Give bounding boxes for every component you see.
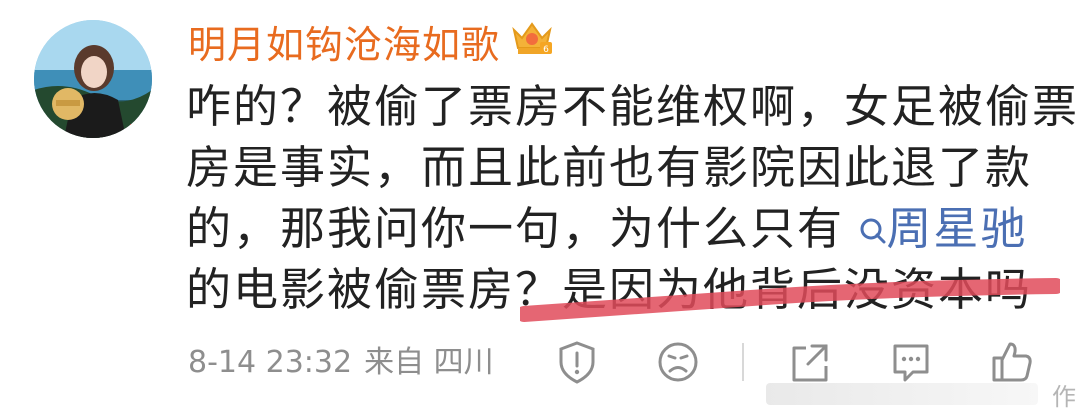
avatar[interactable] [34, 20, 152, 138]
content-line: 房是事实，而且此前也有影院因此退了款 [186, 141, 1033, 194]
mention-link[interactable]: 周星驰 [860, 202, 1027, 255]
search-icon [860, 218, 886, 244]
content-line: 的电影被偷票房？是因为他背后没资本吗 [186, 259, 1030, 320]
highlighted-text: 是因为他背后没资本吗 [562, 263, 1033, 316]
report-icon[interactable] [553, 338, 601, 386]
content-line: 咋的？被偷了票房不能维权啊，女足被偷票 [186, 80, 1080, 133]
svg-text:6: 6 [543, 45, 549, 55]
dislike-icon[interactable] [654, 338, 702, 386]
username[interactable]: 明月如钩沧海如歌 [188, 14, 500, 69]
content-line: 的，那我问你一句，为什么只有 周星驰 [186, 198, 1026, 259]
crown-badge-icon[interactable]: 6 [510, 18, 554, 58]
post-meta: 8-14 23:32 来自 四川 [188, 337, 506, 381]
mention-text[interactable]: 周星驰 [886, 202, 1027, 255]
content-line-text: 的，那我问你一句，为什么只有 [186, 202, 845, 255]
post-source: 来自 四川 [364, 345, 494, 380]
post-content: 咋的？被偷了票房不能维权啊，女足被偷票 房是事实，而且此前也有影院因此退了款 的… [186, 76, 1080, 320]
content-line-text: 的电影被偷票房？ [186, 263, 563, 316]
post-date: 8-14 23:32 [188, 345, 353, 380]
watermark-text: 作 [1052, 383, 1076, 411]
watermark: 作 [748, 375, 1080, 411]
action-divider [742, 343, 744, 381]
watermark-blur [766, 383, 1038, 405]
